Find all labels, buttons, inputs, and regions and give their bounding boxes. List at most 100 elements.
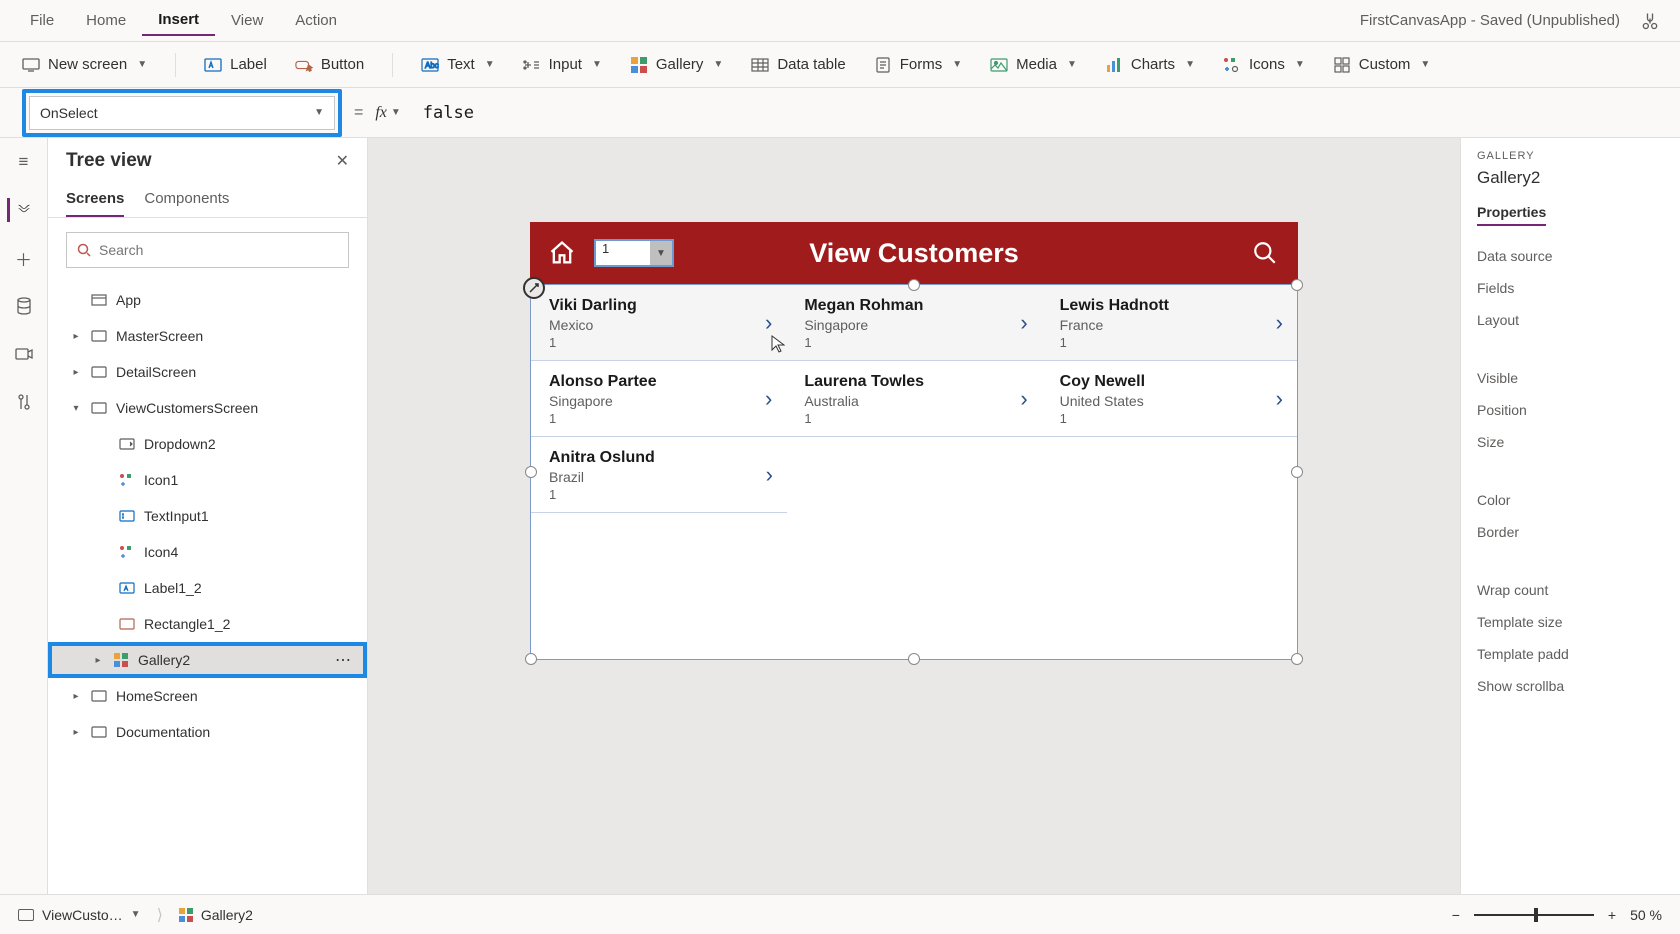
more-icon[interactable]: ⋯ — [335, 650, 353, 670]
custom-dropdown[interactable]: Custom▼ — [1333, 56, 1431, 74]
gallery-cell[interactable]: Anitra Oslund Brazil 1 › — [531, 437, 787, 513]
tree-node-label12[interactable]: Label1_2 — [48, 570, 367, 606]
menu-action[interactable]: Action — [279, 6, 353, 35]
tree-node-documentation[interactable]: ▸ Documentation — [48, 714, 367, 750]
hamburger-icon[interactable]: ≡ — [12, 150, 36, 174]
tab-properties[interactable]: Properties — [1477, 204, 1546, 226]
tree-node-dropdown2[interactable]: Dropdown2 — [48, 426, 367, 462]
property-visible[interactable]: Visible — [1477, 370, 1664, 386]
formula-input[interactable] — [413, 96, 1658, 130]
property-color[interactable]: Color — [1477, 492, 1664, 508]
tree-node-gallery2[interactable]: ▸ Gallery2 ⋯ — [48, 642, 367, 678]
zoom-out-button[interactable]: − — [1452, 907, 1460, 923]
tree-node-app[interactable]: App — [48, 282, 367, 318]
tree-node-detail[interactable]: ▸ DetailScreen — [48, 354, 367, 390]
diagnostics-icon[interactable] — [1640, 11, 1660, 31]
left-rail: ≡ ＋ — [0, 138, 48, 894]
status-bar: ViewCusto… ▼ ⟩ Gallery2 − + 50 % — [0, 894, 1680, 934]
resize-handle[interactable] — [525, 653, 537, 665]
property-showscrollbar[interactable]: Show scrollba — [1477, 678, 1664, 694]
tree-node-homescreen[interactable]: ▸ HomeScreen — [48, 678, 367, 714]
tab-screens[interactable]: Screens — [66, 184, 124, 217]
home-icon[interactable] — [548, 239, 576, 267]
custom-label: Custom — [1359, 56, 1411, 73]
tools-rail-icon[interactable] — [12, 390, 36, 414]
dropdown-control[interactable]: 1 ▼ — [594, 239, 674, 267]
forms-label: Forms — [900, 56, 943, 73]
media-dropdown[interactable]: Media▼ — [990, 56, 1077, 74]
property-size[interactable]: Size — [1477, 434, 1664, 450]
breadcrumb-control[interactable]: Gallery2 — [179, 907, 253, 923]
chevron-right-icon[interactable]: › — [765, 310, 772, 336]
property-border[interactable]: Border — [1477, 524, 1664, 540]
gallery-cell[interactable]: Megan Rohman Singapore 1 › — [786, 285, 1041, 361]
tree-label: HomeScreen — [116, 688, 198, 704]
resize-handle[interactable] — [1291, 466, 1303, 478]
tree-node-icon4[interactable]: Icon4 — [48, 534, 367, 570]
label-button[interactable]: Label — [204, 56, 267, 74]
resize-handle[interactable] — [1291, 653, 1303, 665]
chevron-right-icon[interactable]: › — [1276, 310, 1283, 336]
fx-indicator[interactable]: fx ▼ — [375, 104, 400, 122]
tree-node-textinput1[interactable]: TextInput1 — [48, 498, 367, 534]
tree-node-rectangle12[interactable]: Rectangle1_2 — [48, 606, 367, 642]
menu-view[interactable]: View — [215, 6, 279, 35]
property-datasource[interactable]: Data source — [1477, 248, 1664, 264]
media-rail-icon[interactable] — [12, 342, 36, 366]
property-layout[interactable]: Layout — [1477, 312, 1664, 328]
property-fields[interactable]: Fields — [1477, 280, 1664, 296]
chevron-down-icon: ▼ — [314, 107, 324, 118]
chevron-right-icon: ▸ — [70, 727, 82, 738]
resize-handle[interactable] — [908, 653, 920, 665]
add-rail-icon[interactable]: ＋ — [12, 246, 36, 270]
property-templatesize[interactable]: Template size — [1477, 614, 1664, 630]
chevron-right-icon[interactable]: › — [1020, 386, 1027, 412]
zoom-thumb[interactable] — [1534, 908, 1538, 922]
customer-num: 1 — [1060, 335, 1279, 350]
tab-components[interactable]: Components — [144, 184, 229, 217]
property-selector[interactable]: OnSelect ▼ — [29, 96, 335, 130]
chevron-right-icon[interactable]: › — [766, 462, 773, 488]
tree-node-viewcustomers[interactable]: ▾ ViewCustomersScreen — [48, 390, 367, 426]
gallery-cell[interactable]: Laurena Towles Australia 1 › — [786, 361, 1041, 437]
gallery2-control[interactable]: Viki Darling Mexico 1 › Megan Rohman Sin… — [530, 284, 1298, 660]
new-screen-button[interactable]: New screen▼ — [22, 56, 147, 74]
property-templatepadding[interactable]: Template padd — [1477, 646, 1664, 662]
close-icon[interactable]: ✕ — [336, 151, 349, 171]
search-input[interactable] — [99, 242, 338, 258]
tree-node-master[interactable]: ▸ MasterScreen — [48, 318, 367, 354]
chevron-right-icon[interactable]: › — [1020, 310, 1027, 336]
menu-insert[interactable]: Insert — [142, 5, 215, 36]
gallery-cell[interactable]: Lewis Hadnott France 1 › — [1042, 285, 1297, 361]
button-button[interactable]: Button — [295, 56, 364, 74]
property-wrapcount[interactable]: Wrap count — [1477, 582, 1664, 598]
zoom-in-button[interactable]: + — [1608, 907, 1616, 923]
tree-search[interactable] — [66, 232, 349, 268]
menu-home[interactable]: Home — [70, 6, 142, 35]
datatable-button[interactable]: Data table — [751, 56, 845, 74]
zoom-slider[interactable] — [1474, 914, 1594, 916]
input-dropdown[interactable]: Input▼ — [523, 56, 602, 74]
canvas[interactable]: 1 ▼ View Customers — [368, 138, 1460, 894]
search-icon[interactable] — [1252, 240, 1278, 266]
media-icon — [990, 56, 1008, 74]
text-dropdown[interactable]: Abc Text▼ — [421, 56, 494, 74]
charts-icon — [1105, 56, 1123, 74]
chevron-right-icon[interactable]: › — [765, 386, 772, 412]
tree-node-icon1[interactable]: Icon1 — [48, 462, 367, 498]
search-icon — [77, 243, 91, 257]
gallery-cell[interactable]: Alonso Partee Singapore 1 › — [531, 361, 786, 437]
gallery-cell[interactable]: Viki Darling Mexico 1 › — [531, 285, 786, 361]
data-rail-icon[interactable] — [12, 294, 36, 318]
chevron-right-icon[interactable]: › — [1276, 386, 1283, 412]
charts-dropdown[interactable]: Charts▼ — [1105, 56, 1195, 74]
screen-icon — [90, 329, 108, 343]
menu-file[interactable]: File — [14, 6, 70, 35]
gallery-cell[interactable]: Coy Newell United States 1 › — [1042, 361, 1297, 437]
forms-dropdown[interactable]: Forms▼ — [874, 56, 962, 74]
gallery-dropdown[interactable]: Gallery▼ — [630, 56, 723, 74]
icons-dropdown[interactable]: Icons▼ — [1223, 56, 1305, 74]
property-position[interactable]: Position — [1477, 402, 1664, 418]
tree-view-rail-icon[interactable] — [7, 198, 31, 222]
breadcrumb-screen[interactable]: ViewCusto… ▼ — [18, 907, 141, 923]
